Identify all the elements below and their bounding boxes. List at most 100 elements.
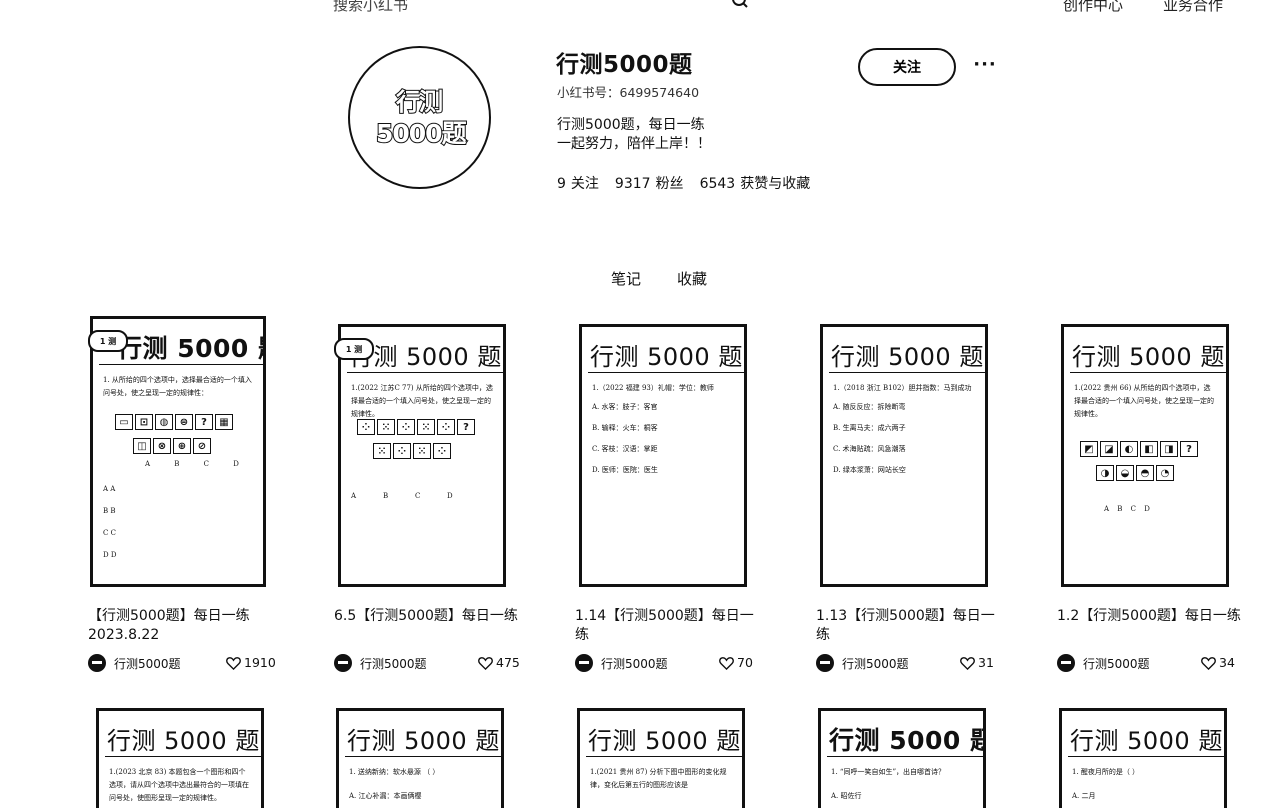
author-avatar [334,654,352,672]
search-icon[interactable] [730,0,750,12]
note-thumbnail[interactable]: 行测 5000 题 1. 醒夜月所的是（ ） A. 二月 [1059,708,1227,808]
puzzle-cell: ◨ [1160,441,1178,457]
puzzle-cell: ⊘ [193,438,211,454]
note-caption[interactable]: 6.5【行测5000题】每日一练 [334,607,524,626]
note-type-badge: 1 测 [334,338,374,360]
thumbnail-title: 行测 5000 题 [347,727,500,755]
thumbnail-option: A. 昭佐行 [831,792,862,800]
thumbnail-option: A. 二月 [1072,792,1096,800]
stat-likes-collects[interactable]: 6543 获赞与收藏 [700,173,811,193]
note-thumbnail[interactable]: 行测 5000 题 1.(2023 北京 83) 本题包含一个图形和四个选项，请从… [96,708,264,808]
like-button[interactable]: 34 [1201,655,1235,670]
thumbnail-title: 行测 5000 题 [590,343,743,371]
note-author[interactable]: 行测5000题 [1057,653,1150,673]
note-author[interactable]: 行测5000题 [816,653,909,673]
author-avatar [88,654,106,672]
puzzle-cell: ◧ [1140,441,1158,457]
search-input[interactable]: 搜索小红书 [333,0,408,15]
profile-bio: 行测5000题，每日一练 一起努力，陪伴上岸！！ [557,116,711,154]
like-count: 475 [496,655,520,670]
like-count: 1910 [244,655,276,670]
note-author[interactable]: 行测5000题 [575,653,668,673]
puzzle-cell: ⁘ [397,419,415,435]
like-count: 70 [737,655,753,670]
author-name: 行测5000题 [601,656,668,671]
puzzle-cell: ⊗ [153,438,171,454]
profile-avatar: 行测 5000题 [348,46,491,189]
author-avatar [1057,654,1075,672]
thumbnail-option: A. 水客：肢子：客官 [592,403,658,411]
puzzle-cell: ⊕ [173,438,191,454]
stat-following[interactable]: 9 关注 [557,173,599,193]
note-thumbnail[interactable]: 行测 5000 题 1.(2022 江苏C 77) 从所给的四个选项中，选择最合适… [338,324,506,587]
thumbnail-title: 行测 5000 题 [588,727,741,755]
puzzle-cell: ⁙ [377,419,395,435]
thumbnail-question: 1.(2023 北京 83) 本题包含一个图形和四个选项，请从四个选项中选出最符… [109,768,249,802]
tab-notes[interactable]: 笔记 [611,268,641,289]
bio-line: 一起努力，陪伴上岸！！ [557,136,711,152]
thumbnail-title: 行测 5000 题 [107,727,260,755]
more-icon[interactable]: ··· [970,52,1000,76]
puzzle-cell: ▭ [115,414,133,430]
thumbnail-option: A A [103,485,116,493]
thumbnail-option: C. 客枝：汉语：掌距 [592,445,658,453]
thumbnail-option: B. 生离马夫：成六两子 [833,424,906,432]
note-author[interactable]: 行测5000题 [334,653,427,673]
like-button[interactable]: 31 [960,655,994,670]
thumbnail-option: A. 随反反应：拆除断弯 [833,403,906,411]
thumbnail-option: B [383,492,389,500]
thumbnail-title: 行测 5000 题 [831,343,984,371]
thumbnail-option: C. 术海贴疏：风急潮落 [833,445,906,453]
note-thumbnail[interactable]: 行测 5000 题 1.(2022 贵州 66) 从所给的四个选项中，选择最合适的… [1061,324,1229,587]
thumbnail-divider [827,756,983,757]
thumbnail-divider [347,372,503,373]
note-caption[interactable]: 1.2【行测5000题】每日一练 [1057,607,1247,626]
thumbnail-question: 1.(2021 贵州 87) 分析下图中图形的变化规律，变化后第五行的图形应该是 [590,768,727,789]
avatar-text-line2: 5000题 [375,118,468,149]
puzzle-cell: ◫ [133,438,151,454]
thumbnail-option: D [447,492,453,500]
like-button[interactable]: 475 [478,655,520,670]
note-caption[interactable]: 1.14【行测5000题】每日一练 [575,607,765,645]
note-caption[interactable]: 【行测5000题】每日一练 2023.8.22 [88,607,278,645]
puzzle-cell: ⁙ [413,443,431,459]
business-cooperation-link[interactable]: 业务合作 [1163,0,1223,15]
author-name: 行测5000题 [842,656,909,671]
note-type-badge: 1 测 [88,330,128,352]
author-name: 行测5000题 [1083,656,1150,671]
note-thumbnail[interactable]: 行测 5000 题 1. 送纳新纳：软水悬源 （ ） A. 江心补漏：本画俩樱 [336,708,504,808]
note-thumbnail[interactable]: 行测 5000 题 1.(2021 贵州 87) 分析下图中图形的变化规律，变化后… [577,708,745,808]
stat-followers[interactable]: 9317 粉丝 [615,173,684,193]
thumbnail-option: C C [103,529,116,537]
note-thumbnail[interactable]: 行测 5000 题 1.（2022 福建 93）礼帽：学位：教师 A. 水客：肢子：… [579,324,747,587]
thumbnail-question: 1.(2022 江苏C 77) 从所给的四个选项中，选择最合适的一个填入问号处，… [351,384,493,418]
puzzle-cell: ⁙ [417,419,435,435]
puzzle-cell: ⁙ [373,443,391,459]
creator-center-link[interactable]: 创作中心 [1063,0,1123,15]
note-thumbnail[interactable]: 行测 5000 题 1. “同呼一笑自如生”，出自哪首诗？ A. 昭佐行 [818,708,986,808]
note-thumbnail[interactable]: 行测 5000 题 1.（2018 浙江 B102）胆并指数：马到成功 A. 随反反… [820,324,988,587]
author-name: 行测5000题 [360,656,427,671]
tab-collections[interactable]: 收藏 [677,268,707,289]
heart-icon [226,656,241,670]
thumbnail-option: B. 输释：火车：桐客 [592,424,658,432]
note-thumbnail[interactable]: 行测 5000 题 1. 从所给的四个选项中，选择最合适的一个填入问号处，使之呈现… [90,316,266,587]
like-button[interactable]: 70 [719,655,753,670]
thumbnail-option: D. 医师：医院：医生 [592,466,658,474]
puzzle-cell: ⁘ [437,419,455,435]
puzzle-cell: ▦ [215,414,233,430]
puzzle-cell: ? [457,419,475,435]
puzzle-options-row: ◫ ⊗ ⊕ ⊘ [133,438,211,454]
heart-icon [960,656,975,670]
thumbnail-divider [586,756,742,757]
puzzle-cell: ⁘ [357,419,375,435]
like-button[interactable]: 1910 [226,655,276,670]
thumbnail-question: 1. “同呼一笑自如生”，出自哪首诗？ [831,768,946,776]
thumbnail-option: B B [103,507,116,515]
follow-button[interactable]: 关注 [858,48,956,86]
note-author[interactable]: 行测5000题 [88,653,181,673]
thumbnail-question: 1. 从所给的四个选项中，选择最合适的一个填入问号处，使之呈现一定的规律性： [103,376,252,397]
like-count: 31 [978,655,994,670]
profile-name: 行测5000题 [556,52,693,78]
note-caption[interactable]: 1.13【行测5000题】每日一练 [816,607,1006,645]
